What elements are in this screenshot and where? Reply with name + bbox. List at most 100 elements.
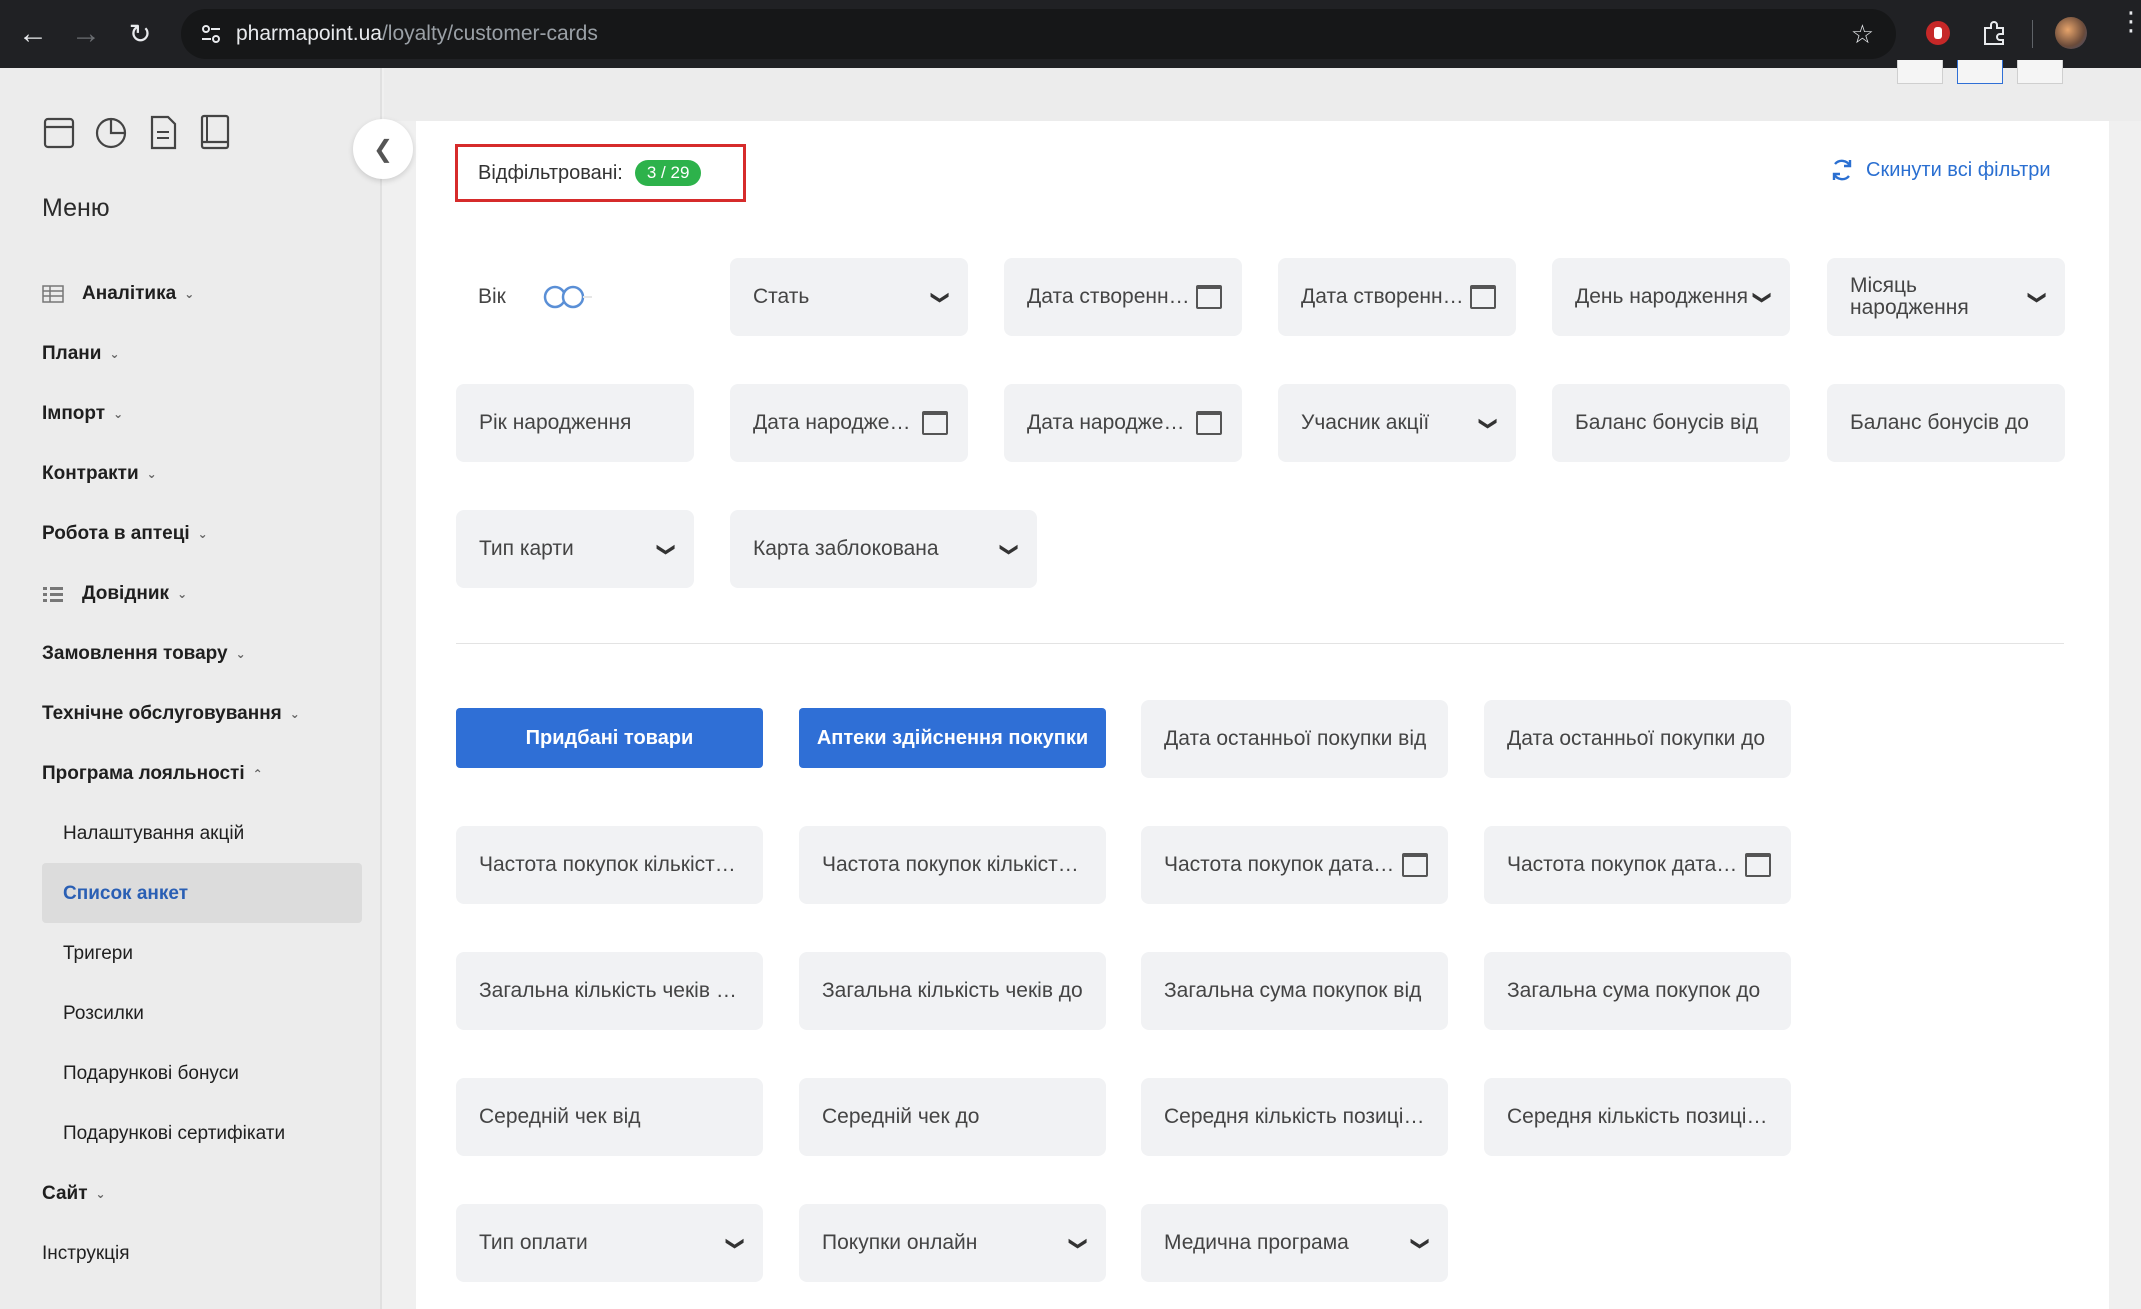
chevron-down-icon: ⌄ xyxy=(109,347,120,361)
chevron-down-icon: ⌄ xyxy=(177,587,188,601)
menu-item-maintenance[interactable]: Технічне обслуговування ⌄ xyxy=(42,699,300,729)
menu-item-pharmacy-work[interactable]: Робота в аптеці ⌄ xyxy=(42,519,208,549)
extensions-puzzle-icon[interactable] xyxy=(1979,18,2009,48)
menu-item-site[interactable]: Сайт ⌄ xyxy=(42,1179,106,1209)
refresh-icon xyxy=(1832,159,1852,181)
card-type-select[interactable]: Тип карти ❯ xyxy=(456,510,694,588)
chevron-down-icon: ❯ xyxy=(1410,1235,1431,1251)
reload-icon[interactable]: ↻ xyxy=(120,14,160,54)
back-icon[interactable]: ← xyxy=(13,14,53,54)
average-check-from[interactable]: Середній чек від xyxy=(456,1078,763,1156)
sidebar-top-icons xyxy=(42,114,232,150)
menu-item-plans[interactable]: Плани ⌄ xyxy=(42,339,120,369)
total-checks-from[interactable]: Загальна кількість чеків від xyxy=(456,952,763,1030)
age-label: Вік xyxy=(478,285,506,308)
created-date-from[interactable]: Дата створення від xyxy=(1004,258,1242,336)
menu-item-triggers[interactable]: Тригери xyxy=(63,939,133,969)
online-purchases-select[interactable]: Покупки онлайн ❯ xyxy=(799,1204,1106,1282)
menu-item-promo-settings[interactable]: Налаштування акцій xyxy=(63,819,244,849)
menu-item-contracts[interactable]: Контракти ⌄ xyxy=(42,459,157,489)
calendar-icon[interactable] xyxy=(1402,853,1428,877)
bonus-balance-to[interactable]: Баланс бонусів до xyxy=(1827,384,2065,462)
menu-item-questionnaires[interactable]: Список анкет xyxy=(63,879,188,909)
bonus-balance-from[interactable]: Баланс бонусів від xyxy=(1552,384,1790,462)
chevron-down-icon: ❯ xyxy=(1068,1235,1089,1251)
chevron-down-icon: ⌄ xyxy=(146,467,157,481)
extension-stop-icon[interactable] xyxy=(1923,18,1953,48)
last-purchase-to[interactable]: Дата останньої покупки до xyxy=(1484,700,1791,778)
calendar-icon[interactable] xyxy=(1470,285,1496,309)
purchase-frequency-count-from[interactable]: Частота покупок кількість від xyxy=(456,826,763,904)
last-purchase-from[interactable]: Дата останньої покупки від xyxy=(1141,700,1448,778)
url-text: pharmapoint.ua/loyalty/customer-cards xyxy=(236,22,598,45)
purchase-frequency-count-to[interactable]: Частота покупок кількість до xyxy=(799,826,1106,904)
birth-date-to[interactable]: Дата народження до xyxy=(1004,384,1242,462)
range-slider-handles-icon[interactable] xyxy=(542,284,592,310)
menu-item-import[interactable]: Імпорт ⌄ xyxy=(42,399,123,429)
chevron-down-icon: ❯ xyxy=(656,541,677,557)
book-icon[interactable] xyxy=(198,114,232,150)
chevron-down-icon: ⌄ xyxy=(289,707,300,721)
purchase-pharmacies-button[interactable]: Аптеки здійснення покупки xyxy=(799,708,1106,768)
purchase-frequency-date-from[interactable]: Частота покупок дата від xyxy=(1141,826,1448,904)
birth-year-input[interactable]: Рік народження xyxy=(456,384,694,462)
view-tab[interactable] xyxy=(2017,60,2063,84)
menu-item-loyalty[interactable]: Програма лояльності ⌃ xyxy=(42,759,263,789)
calendar-icon[interactable] xyxy=(922,411,948,435)
calendar-icon[interactable] xyxy=(1196,285,1222,309)
table-icon xyxy=(42,285,64,303)
total-sum-from[interactable]: Загальна сума покупок від xyxy=(1141,952,1448,1030)
average-positions-to[interactable]: Середня кількість позицій до xyxy=(1484,1078,1791,1156)
menu-item-orders[interactable]: Замовлення товару ⌄ xyxy=(42,639,246,669)
payment-type-select[interactable]: Тип оплати ❯ xyxy=(456,1204,763,1282)
menu-item-gift-certificates[interactable]: Подарункові сертифікати xyxy=(63,1119,285,1149)
site-settings-icon[interactable] xyxy=(199,22,223,46)
content-top-strip xyxy=(384,68,2141,121)
calendar-icon[interactable] xyxy=(1745,853,1771,877)
address-bar[interactable]: pharmapoint.ua/loyalty/customer-cards ☆ xyxy=(181,9,1896,59)
chevron-down-icon: ⌄ xyxy=(197,527,208,541)
sidebar: Меню Аналітика ⌄ Плани ⌄ Імпорт ⌄ Контракти… xyxy=(0,68,382,1309)
gender-select[interactable]: Стать ❯ xyxy=(730,258,968,336)
document-icon[interactable] xyxy=(146,114,180,150)
chevron-down-icon: ⌄ xyxy=(235,647,246,661)
chevron-down-icon: ❯ xyxy=(930,289,951,305)
promo-participant-select[interactable]: Учасник акції ❯ xyxy=(1278,384,1516,462)
reset-filters-link[interactable]: Скинути всі фільтри xyxy=(1830,158,2051,182)
sidebar-collapse-button[interactable]: ❮ xyxy=(353,119,413,179)
birth-date-from[interactable]: Дата народження від xyxy=(730,384,968,462)
pie-chart-icon[interactable] xyxy=(94,114,128,150)
total-sum-to[interactable]: Загальна сума покупок до xyxy=(1484,952,1791,1030)
calendar-icon[interactable] xyxy=(1196,411,1222,435)
card-blocked-select[interactable]: Карта заблокована ❯ xyxy=(730,510,1037,588)
chevron-up-icon: ⌃ xyxy=(252,767,263,781)
age-filter[interactable]: Вік xyxy=(456,258,661,336)
profile-avatar[interactable] xyxy=(2055,17,2087,49)
browser-menu-icon[interactable]: ⋮ xyxy=(2118,8,2141,34)
average-check-to[interactable]: Середній чек до xyxy=(799,1078,1106,1156)
filtered-count-badge: 3 / 29 xyxy=(634,160,702,186)
average-positions-from[interactable]: Середня кількість позицій від xyxy=(1141,1078,1448,1156)
chevron-down-icon: ⌄ xyxy=(95,1187,106,1201)
menu-item-analytics[interactable]: Аналітика ⌄ xyxy=(42,279,194,309)
menu-item-gift-bonuses[interactable]: Подарункові бонуси xyxy=(63,1059,239,1089)
chevron-down-icon: ❯ xyxy=(725,1235,746,1251)
birth-month-select[interactable]: Місяць народження ❯ xyxy=(1827,258,2065,336)
archive-icon[interactable] xyxy=(42,114,76,150)
bookmark-star-icon[interactable]: ☆ xyxy=(1851,19,1874,50)
chevron-left-icon: ❮ xyxy=(372,135,394,163)
bought-products-button[interactable]: Придбані товари xyxy=(456,708,763,768)
purchase-frequency-date-to[interactable]: Частота покупок дата до xyxy=(1484,826,1791,904)
menu-item-reference[interactable]: Довідник ⌄ xyxy=(42,579,187,609)
birth-day-select[interactable]: День народження ❯ xyxy=(1552,258,1790,336)
forward-icon[interactable]: → xyxy=(66,14,106,54)
created-date-to[interactable]: Дата створення до xyxy=(1278,258,1516,336)
menu-item-mailings[interactable]: Розсилки xyxy=(63,999,144,1029)
view-tab[interactable] xyxy=(1897,60,1943,84)
list-icon xyxy=(43,587,63,602)
menu-item-instructions[interactable]: Інструкція xyxy=(42,1239,130,1269)
total-checks-to[interactable]: Загальна кількість чеків до xyxy=(799,952,1106,1030)
section-divider xyxy=(456,643,2064,644)
medical-program-select[interactable]: Медична програма ❯ xyxy=(1141,1204,1448,1282)
view-tab-active[interactable] xyxy=(1957,60,2003,84)
